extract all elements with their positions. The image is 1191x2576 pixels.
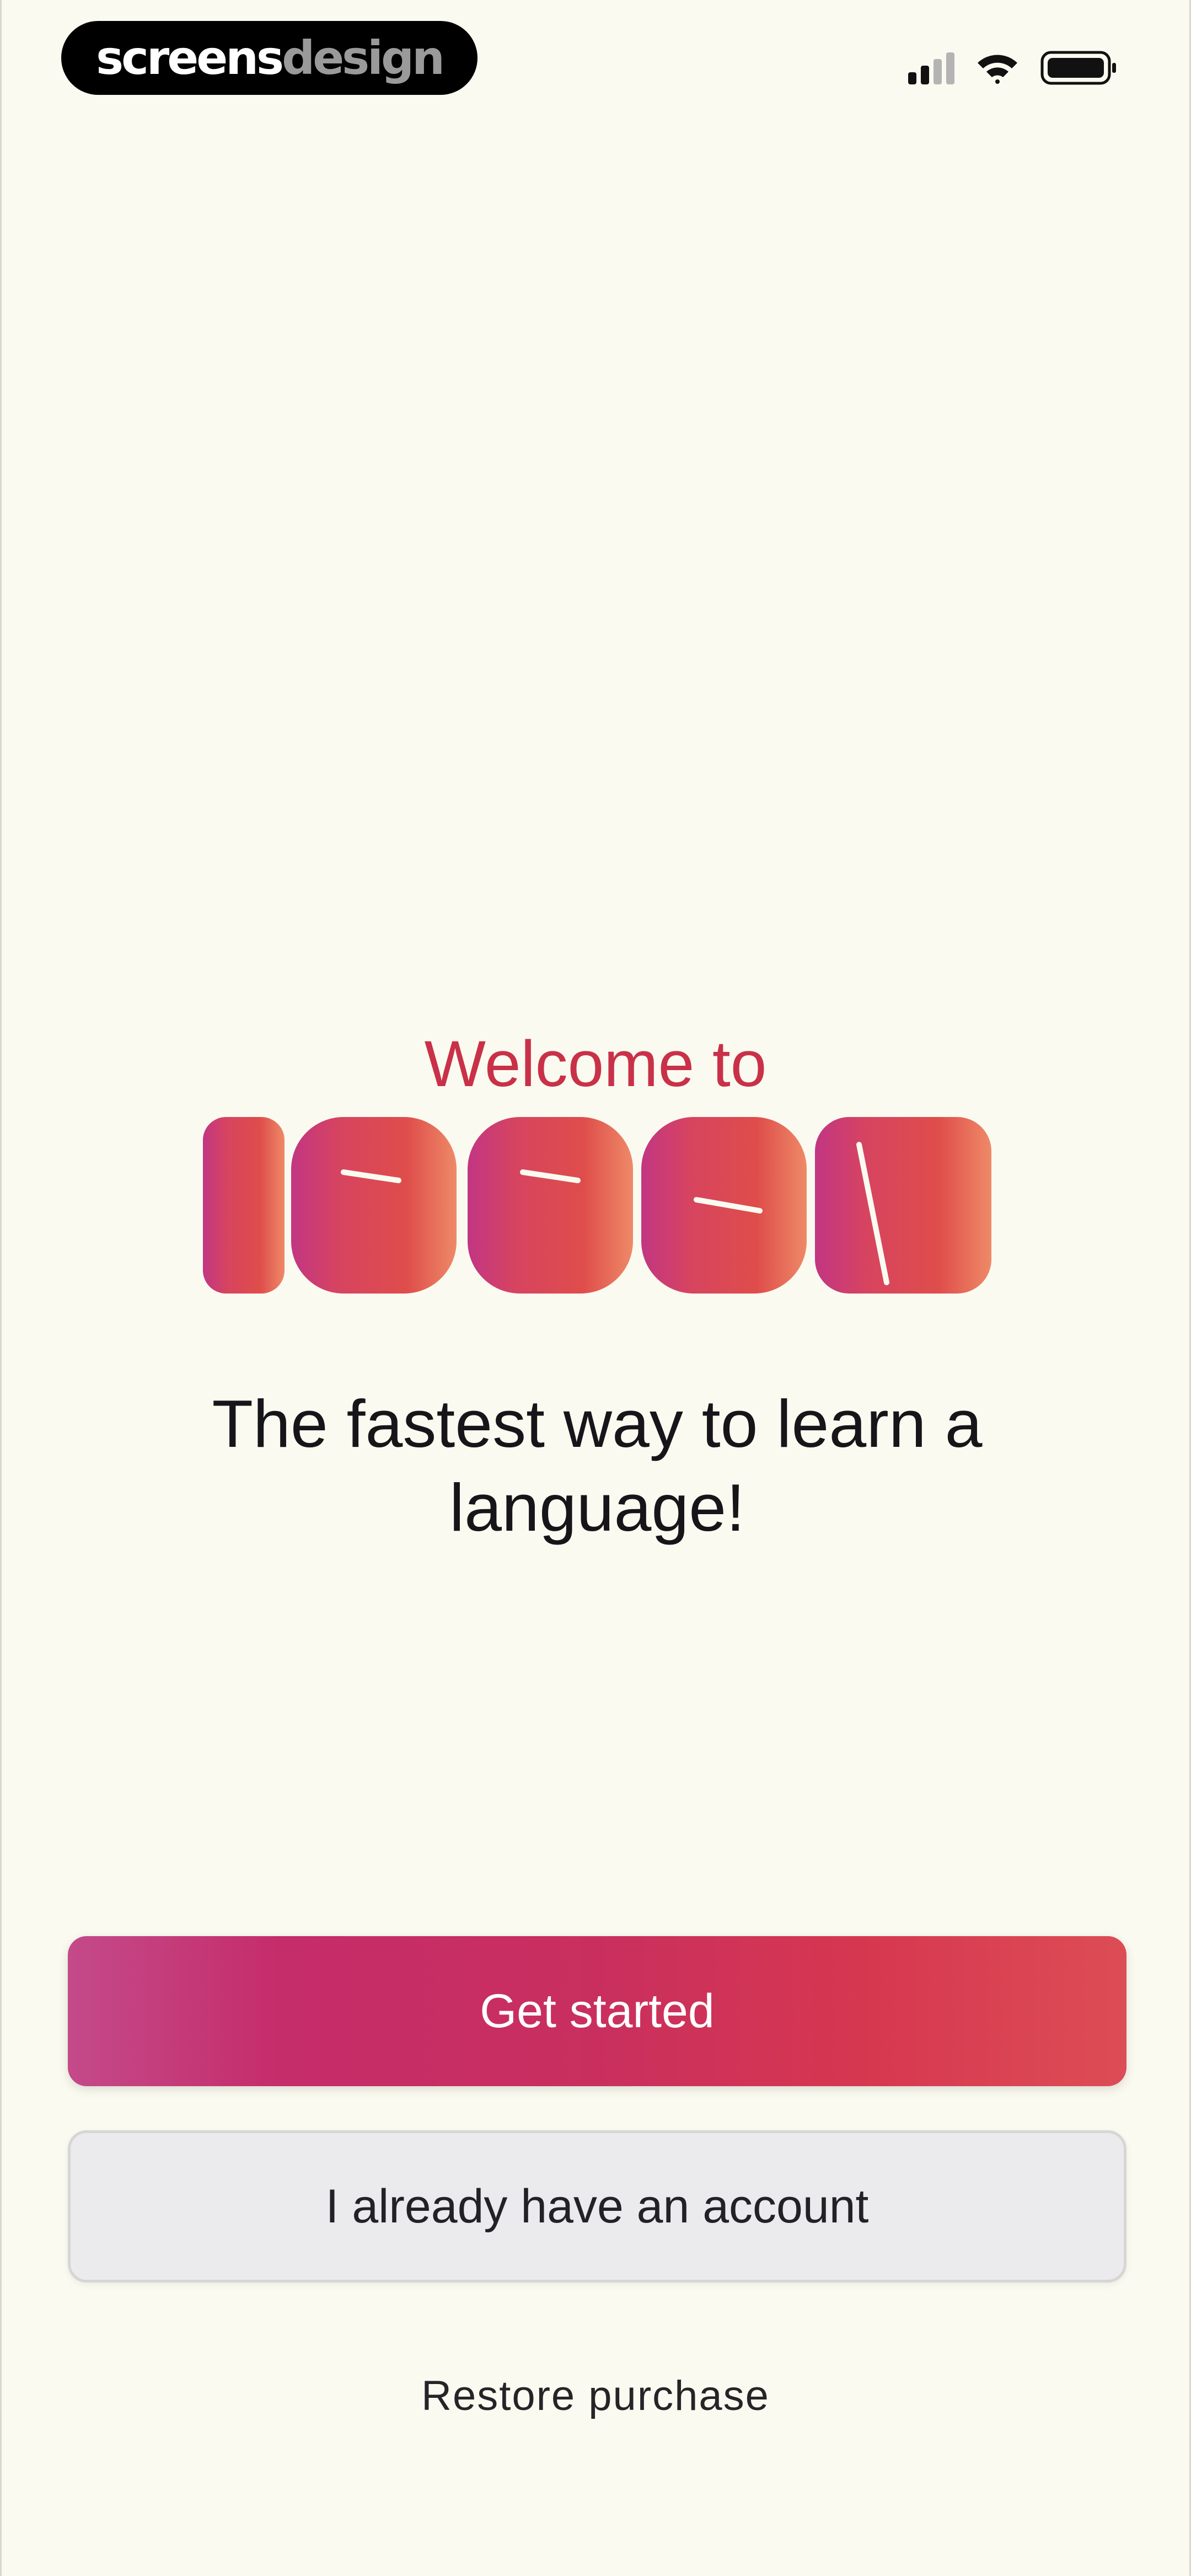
get-started-label: Get started (480, 1984, 715, 2038)
brand-watermark: screens design (61, 21, 478, 95)
brand-text-secondary: design (282, 31, 445, 85)
existing-account-label: I already have an account (325, 2179, 869, 2233)
brand-text-primary: screens (96, 31, 284, 85)
app-screen: screens design Welcome to The fastest wa… (0, 0, 1191, 2576)
welcome-heading: Welcome to (424, 1028, 767, 1100)
restore-purchase-link[interactable]: Restore purchase (2, 2372, 1189, 2420)
status-bar-icons (908, 49, 1118, 87)
existing-account-button[interactable]: I already have an account (68, 2130, 1126, 2283)
cellular-signal-icon (908, 51, 954, 84)
get-started-button[interactable]: Get started (68, 1936, 1126, 2086)
tagline: The fastest way to learn a language! (212, 1386, 983, 1545)
wifi-icon (977, 52, 1018, 84)
issen-logo (203, 1117, 991, 1294)
battery-icon (1040, 50, 1118, 85)
